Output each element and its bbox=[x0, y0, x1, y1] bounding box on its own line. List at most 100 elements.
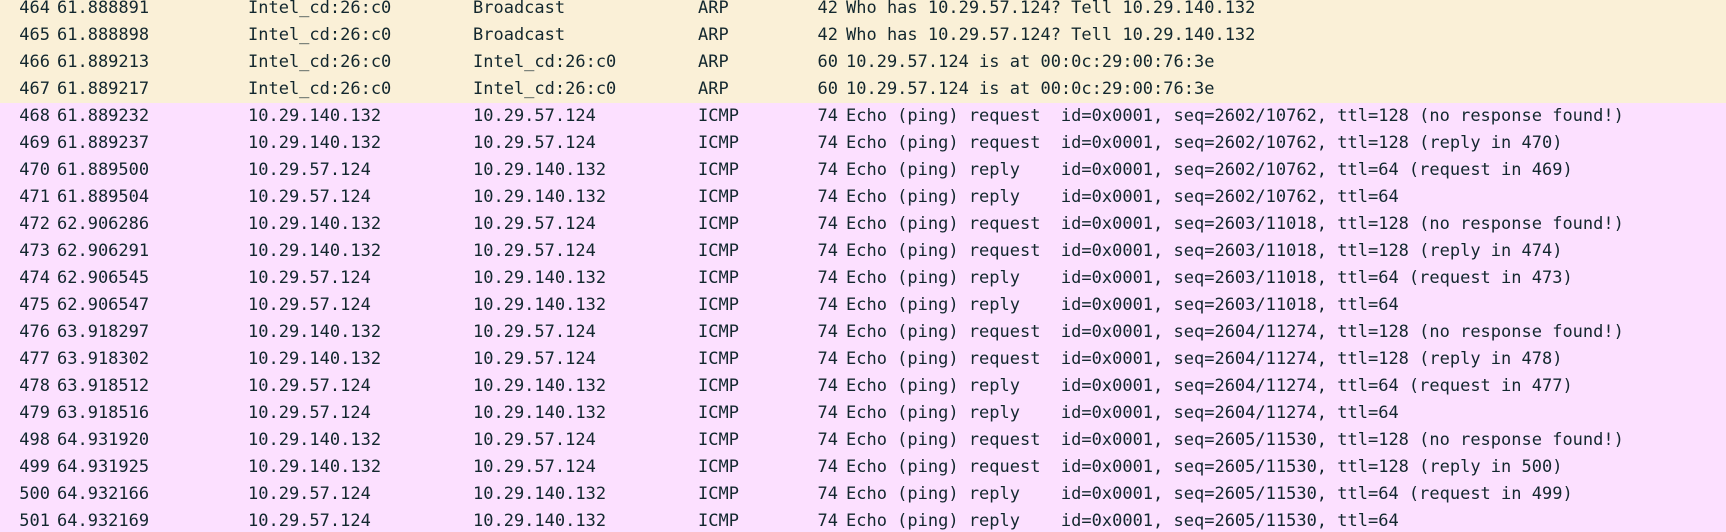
packet-row[interactable]: 498 64.931920 10.29.140.132 10.29.57.124 ICM… bbox=[0, 427, 1726, 454]
packet-protocol: ICMP bbox=[698, 268, 739, 288]
packet-destination: 10.29.140.132 bbox=[473, 376, 607, 396]
packet-destination: 10.29.57.124 bbox=[473, 133, 596, 153]
packet-source: Intel_cd:26:c0 bbox=[248, 0, 392, 18]
packet-time: 63.918516 bbox=[57, 403, 150, 423]
packet-destination: 10.29.140.132 bbox=[473, 403, 607, 423]
packet-destination: 10.29.140.132 bbox=[473, 187, 607, 207]
packet-destination: Broadcast bbox=[473, 25, 566, 45]
packet-row[interactable]: 475 62.906547 10.29.57.124 10.29.140.132 ICM… bbox=[0, 292, 1726, 319]
packet-source: 10.29.140.132 bbox=[248, 214, 382, 234]
packet-time: 63.918512 bbox=[57, 376, 150, 396]
packet-source: Intel_cd:26:c0 bbox=[248, 79, 392, 99]
packet-row[interactable]: 500 64.932166 10.29.57.124 10.29.140.132 ICM… bbox=[0, 481, 1726, 508]
packet-source: 10.29.140.132 bbox=[248, 241, 382, 261]
packet-info: Echo (ping) request id=0x0001, seq=2603/… bbox=[846, 241, 1563, 261]
packet-source: 10.29.140.132 bbox=[248, 430, 382, 450]
packet-destination: 10.29.57.124 bbox=[473, 457, 596, 477]
packet-info: Echo (ping) request id=0x0001, seq=2602/… bbox=[846, 106, 1624, 126]
packet-row[interactable]: 499 64.931925 10.29.140.132 10.29.57.124 ICM… bbox=[0, 454, 1726, 481]
packet-protocol: ICMP bbox=[698, 106, 739, 126]
packet-length: 74 bbox=[817, 349, 838, 369]
packet-row[interactable]: 476 63.918297 10.29.140.132 10.29.57.124 ICM… bbox=[0, 319, 1726, 346]
packet-row[interactable]: 469 61.889237 10.29.140.132 10.29.57.124 ICM… bbox=[0, 130, 1726, 157]
packet-row[interactable]: 474 62.906545 10.29.57.124 10.29.140.132 ICM… bbox=[0, 265, 1726, 292]
packet-time: 61.889237 bbox=[57, 133, 150, 153]
packet-time: 64.932166 bbox=[57, 484, 150, 504]
packet-number: 464 bbox=[19, 0, 50, 18]
packet-row[interactable]: 501 64.932169 10.29.57.124 10.29.140.132 ICM… bbox=[0, 508, 1726, 532]
packet-number: 469 bbox=[19, 133, 50, 153]
packet-number: 499 bbox=[19, 457, 50, 477]
packet-protocol: ICMP bbox=[698, 214, 739, 234]
packet-length: 74 bbox=[817, 160, 838, 180]
packet-row[interactable]: 464 61.888891 Intel_cd:26:c0 Broadcast ARP 42… bbox=[0, 0, 1726, 22]
packet-source: Intel_cd:26:c0 bbox=[248, 52, 392, 72]
packet-row[interactable]: 468 61.889232 10.29.140.132 10.29.57.124 ICM… bbox=[0, 103, 1726, 130]
packet-info: Echo (ping) request id=0x0001, seq=2603/… bbox=[846, 214, 1624, 234]
packet-length: 74 bbox=[817, 295, 838, 315]
packet-protocol: ICMP bbox=[698, 403, 739, 423]
packet-row[interactable]: 479 63.918516 10.29.57.124 10.29.140.132 ICM… bbox=[0, 400, 1726, 427]
packet-info: Echo (ping) reply id=0x0001, seq=2604/11… bbox=[846, 376, 1573, 396]
packet-info: Echo (ping) reply id=0x0001, seq=2602/10… bbox=[846, 160, 1573, 180]
packet-info: Echo (ping) reply id=0x0001, seq=2605/11… bbox=[846, 484, 1573, 504]
packet-info: Echo (ping) request id=0x0001, seq=2605/… bbox=[846, 430, 1624, 450]
packet-destination: Broadcast bbox=[473, 0, 566, 18]
packet-row[interactable]: 470 61.889500 10.29.57.124 10.29.140.132 ICM… bbox=[0, 157, 1726, 184]
packet-destination: Intel_cd:26:c0 bbox=[473, 79, 617, 99]
packet-source: 10.29.57.124 bbox=[248, 376, 371, 396]
packet-destination: 10.29.140.132 bbox=[473, 295, 607, 315]
packet-info: Echo (ping) request id=0x0001, seq=2602/… bbox=[846, 133, 1563, 153]
packet-length: 74 bbox=[817, 457, 838, 477]
packet-info: Who has 10.29.57.124? Tell 10.29.140.132 bbox=[846, 25, 1256, 45]
packet-protocol: ARP bbox=[698, 0, 729, 18]
packet-length: 74 bbox=[817, 106, 838, 126]
packet-destination: 10.29.140.132 bbox=[473, 268, 607, 288]
packet-protocol: ICMP bbox=[698, 511, 739, 531]
packet-number: 477 bbox=[19, 349, 50, 369]
packet-number: 475 bbox=[19, 295, 50, 315]
packet-number: 471 bbox=[19, 187, 50, 207]
packet-length: 42 bbox=[817, 0, 838, 18]
packet-row[interactable]: 473 62.906291 10.29.140.132 10.29.57.124 ICM… bbox=[0, 238, 1726, 265]
packet-number: 479 bbox=[19, 403, 50, 423]
packet-number: 468 bbox=[19, 106, 50, 126]
packet-time: 64.931925 bbox=[57, 457, 150, 477]
packet-row[interactable]: 478 63.918512 10.29.57.124 10.29.140.132 ICM… bbox=[0, 373, 1726, 400]
packet-row[interactable]: 465 61.888898 Intel_cd:26:c0 Broadcast ARP 42… bbox=[0, 22, 1726, 49]
packet-info: Echo (ping) request id=0x0001, seq=2604/… bbox=[846, 349, 1563, 369]
packet-row[interactable]: 466 61.889213 Intel_cd:26:c0 Intel_cd:26:c0… bbox=[0, 49, 1726, 76]
packet-source: Intel_cd:26:c0 bbox=[248, 25, 392, 45]
packet-source: 10.29.57.124 bbox=[248, 511, 371, 531]
packet-length: 74 bbox=[817, 484, 838, 504]
packet-number: 498 bbox=[19, 430, 50, 450]
packet-info: Echo (ping) reply id=0x0001, seq=2605/11… bbox=[846, 511, 1399, 531]
packet-length: 74 bbox=[817, 241, 838, 261]
packet-protocol: ICMP bbox=[698, 322, 739, 342]
packet-time: 63.918302 bbox=[57, 349, 150, 369]
packet-time: 63.918297 bbox=[57, 322, 150, 342]
packet-number: 501 bbox=[19, 511, 50, 531]
packet-row[interactable]: 472 62.906286 10.29.140.132 10.29.57.124 ICM… bbox=[0, 211, 1726, 238]
packet-source: 10.29.57.124 bbox=[248, 484, 371, 504]
packet-destination: 10.29.57.124 bbox=[473, 106, 596, 126]
packet-protocol: ARP bbox=[698, 25, 729, 45]
packet-number: 465 bbox=[19, 25, 50, 45]
packet-source: 10.29.140.132 bbox=[248, 133, 382, 153]
packet-protocol: ICMP bbox=[698, 295, 739, 315]
packet-number: 466 bbox=[19, 52, 50, 72]
packet-time: 62.906547 bbox=[57, 295, 150, 315]
packet-row[interactable]: 477 63.918302 10.29.140.132 10.29.57.124 ICM… bbox=[0, 346, 1726, 373]
packet-source: 10.29.140.132 bbox=[248, 457, 382, 477]
packet-destination: 10.29.57.124 bbox=[473, 322, 596, 342]
packet-info: Echo (ping) request id=0x0001, seq=2605/… bbox=[846, 457, 1563, 477]
packet-number: 500 bbox=[19, 484, 50, 504]
packet-row[interactable]: 467 61.889217 Intel_cd:26:c0 Intel_cd:26:c0… bbox=[0, 76, 1726, 103]
packet-length: 42 bbox=[817, 25, 838, 45]
packet-protocol: ARP bbox=[698, 52, 729, 72]
packet-time: 61.889504 bbox=[57, 187, 150, 207]
packet-length: 74 bbox=[817, 376, 838, 396]
packet-length: 60 bbox=[817, 52, 838, 72]
packet-row[interactable]: 471 61.889504 10.29.57.124 10.29.140.132 ICM… bbox=[0, 184, 1726, 211]
packet-protocol: ICMP bbox=[698, 241, 739, 261]
